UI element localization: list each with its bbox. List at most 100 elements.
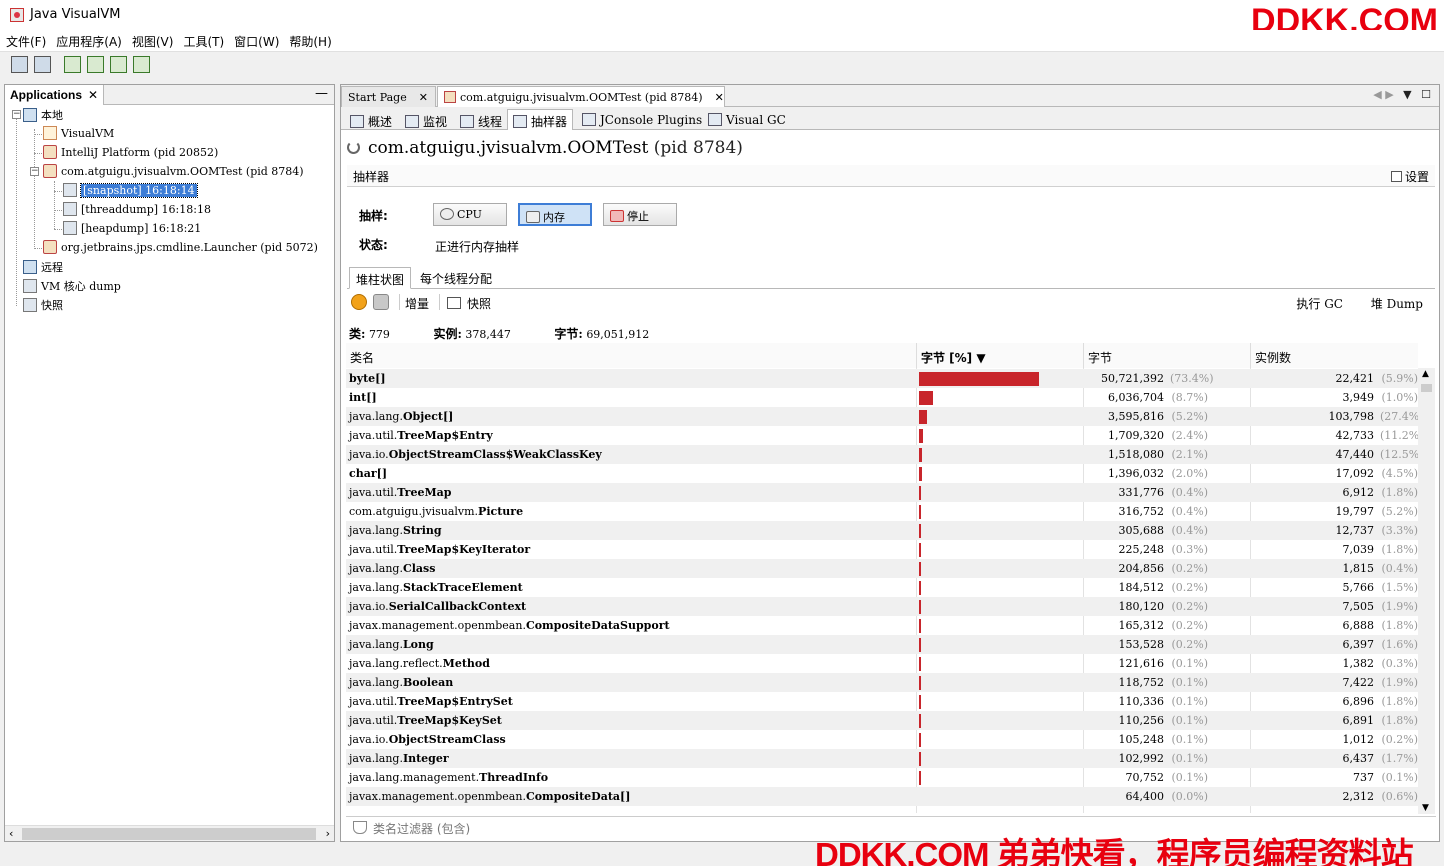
close-icon[interactable]: ✕ — [88, 88, 98, 102]
tree-node-heapdump[interactable]: [heapdump] 16:18:21 — [63, 221, 201, 240]
table-row[interactable]: java.lang.reflect.Method 121,616 (0.1%) 1,3… — [346, 654, 1418, 673]
menu-file[interactable]: 文件(F) — [0, 30, 50, 50]
stop-button[interactable]: 停止 — [603, 203, 677, 226]
instances-cell: 737 (0.1%) — [1353, 771, 1418, 784]
table-row[interactable]: java.util.TreeMap$KeyIterator 225,248 (0.3… — [346, 540, 1418, 559]
table-row[interactable]: java.util.TreeMap 331,776 (0.4%) 6,912 (1.8%… — [346, 483, 1418, 502]
horizontal-scrollbar[interactable]: ‹ › — [5, 825, 334, 841]
applications-tab[interactable]: Applications ✕ — [5, 85, 105, 105]
tree-node-snapshot[interactable]: [snapshot] 16:18:14 — [63, 183, 198, 202]
sampler-toolbar: 增量 快照 执行 GC 堆 Dump — [347, 293, 1435, 313]
table-row[interactable]: java.util.TreeMap$KeySet 110,256 (0.1%) 6,8… — [346, 711, 1418, 730]
table-row[interactable]: java.lang.Long 153,528 (0.2%) 6,397 (1.6%) — [346, 635, 1418, 654]
scroll-up-icon[interactable]: ▲ — [1422, 369, 1429, 379]
tab-heap-histogram[interactable]: 堆柱状图 — [349, 267, 412, 289]
refresh-icon[interactable] — [373, 294, 389, 310]
tree-node-snapshots[interactable]: 快照 — [23, 297, 63, 316]
menu-window[interactable]: 窗口(W) — [228, 30, 283, 50]
close-icon[interactable]: ✕ — [715, 92, 724, 104]
close-icon[interactable]: ✕ — [419, 92, 428, 104]
menu-application[interactable]: 应用程序(A) — [50, 30, 126, 50]
document-tabs: Start Page ✕ com.atguigu.jvisualvm.OOMTes… — [341, 85, 1439, 108]
java-process-icon — [444, 91, 456, 103]
vertical-scrollbar[interactable]: ▲ ▼ — [1418, 368, 1435, 814]
bytes-cell: 70,752 (0.1%) — [1125, 771, 1209, 784]
add-core-dump-icon[interactable] — [110, 56, 127, 73]
scroll-down-icon[interactable]: ▼ — [1422, 803, 1429, 813]
tree-node-remote[interactable]: 远程 — [23, 259, 63, 278]
java-process-icon — [43, 164, 57, 178]
table-row[interactable]: byte[] 50,721,392 (73.4%) 22,421 (5.9%) — [346, 369, 1418, 388]
tree-node-threaddump[interactable]: [threaddump] 16:18:18 — [63, 202, 211, 221]
oomtest-collapse-toggle[interactable]: − — [30, 167, 39, 176]
table-row[interactable]: java.lang.Integer 102,992 (0.1%) 6,437 (1.7%… — [346, 749, 1418, 768]
tab-jconsole-plugins[interactable]: JConsole Plugins — [576, 109, 708, 130]
tab-overview[interactable]: 概述 — [344, 109, 398, 130]
tab-sampler[interactable]: 抽样器 — [507, 109, 574, 130]
settings-checkbox[interactable]: 设置 — [1390, 168, 1429, 185]
bytes-cell: 118,752 (0.1%) — [1118, 676, 1209, 689]
cpu-button[interactable]: CPU — [433, 203, 507, 226]
tree-node-visualvm[interactable]: VisualVM — [43, 126, 114, 145]
table-row[interactable]: java.io.ObjectStreamClass$WeakClassKey 1,… — [346, 445, 1418, 464]
tree-node-local[interactable]: 本地 — [23, 107, 63, 126]
menu-help[interactable]: 帮助(H) — [283, 30, 335, 50]
table-row[interactable]: com.atguigu.jvisualvm.Picture 316,752 (0.4… — [346, 502, 1418, 521]
table-row[interactable]: java.util.TreeMap$Entry 1,709,320 (2.4%) 42… — [346, 426, 1418, 445]
heap-dump-button[interactable]: 堆 Dump — [1371, 295, 1423, 312]
table-row[interactable]: int[] 6,036,704 (8.7%) 3,949 (1.0%) — [346, 388, 1418, 407]
bytes-percent-bar — [919, 410, 928, 424]
menu-view[interactable]: 视图(V) — [126, 30, 178, 50]
table-row[interactable]: javax.management.openmbean.CompositeData… — [346, 616, 1418, 635]
visualvm-icon — [43, 126, 57, 140]
scroll-right-icon[interactable]: › — [326, 827, 330, 840]
instances-cell: 7,039 (1.8%) — [1342, 543, 1419, 556]
table-row[interactable]: java.lang.Object[] 3,595,816 (5.2%) 103,798… — [346, 407, 1418, 426]
column-bytes-percent[interactable]: 字节 [%] ▼ — [916, 343, 1083, 368]
tab-oomtest[interactable]: com.atguigu.jvisualvm.OOMTest (pid 8784)… — [437, 86, 725, 108]
scroll-thumb[interactable] — [1421, 384, 1432, 392]
table-row[interactable]: java.lang.Class 204,856 (0.2%) 1,815 (0.4%) — [346, 559, 1418, 578]
table-row[interactable]: java.lang.management.ThreadInfo 70,752 (0.… — [346, 768, 1418, 787]
table-row[interactable]: java.io.SerialCallbackContext 180,120 (0.2… — [346, 597, 1418, 616]
add-remote-host-icon[interactable] — [87, 56, 104, 73]
memory-button[interactable]: 内存 — [518, 203, 592, 226]
table-row[interactable]: char[] 1,396,032 (2.0%) 17,092 (4.5%) — [346, 464, 1418, 483]
tab-threads[interactable]: 线程 — [454, 109, 508, 130]
bytes-cell: 110,256 (0.1%) — [1118, 714, 1209, 727]
column-class-name[interactable]: 类名 — [346, 343, 916, 368]
table-row[interactable]: java.util.TreeMap$EntrySet 110,336 (0.1%) 6… — [346, 692, 1418, 711]
tab-visual-gc[interactable]: Visual GC — [702, 109, 792, 130]
tree-node-coredump[interactable]: VM 核心 dump — [23, 278, 121, 297]
table-row[interactable]: java.lang.StackTraceElement 184,512 (0.2%)… — [346, 578, 1418, 597]
snapshot-button[interactable]: 快照 — [467, 295, 491, 312]
applications-tab-label: Applications — [10, 88, 83, 102]
table-row[interactable]: java.lang.String 305,688 (0.4%) 12,737 (3.3%… — [346, 521, 1418, 540]
menu-tools[interactable]: 工具(T) — [177, 30, 228, 50]
tab-navigation[interactable]: ◀ ▶ ▼ ☐ — [1373, 88, 1431, 101]
load-application-icon[interactable] — [11, 56, 28, 73]
bytes-cell: 1,396,032 (2.0%) — [1108, 467, 1208, 480]
scroll-thumb[interactable] — [22, 828, 316, 840]
table-row[interactable]: java.io.ObjectStreamClass 105,248 (0.1%) 1,… — [346, 730, 1418, 749]
heap-dump-icon[interactable] — [133, 56, 150, 73]
load-snapshot-icon[interactable] — [34, 56, 51, 73]
add-jmx-connection-icon[interactable] — [64, 56, 81, 73]
tree-node-intellij[interactable]: IntelliJ Platform (pid 20852) — [43, 145, 218, 164]
tab-per-thread-allocations[interactable]: 每个线程分配 — [414, 267, 498, 289]
table-row[interactable]: java.lang.Boolean 118,752 (0.1%) 7,422 (1.9%… — [346, 673, 1418, 692]
local-collapse-toggle[interactable]: − — [12, 110, 21, 119]
delta-toggle[interactable]: 增量 — [405, 295, 429, 312]
column-bytes[interactable]: 字节 — [1083, 343, 1250, 368]
tab-monitor[interactable]: 监视 — [399, 109, 453, 130]
tab-start-page[interactable]: Start Page ✕ — [341, 86, 436, 107]
tree-node-oomtest[interactable]: com.atguigu.jvisualvm.OOMTest (pid 8784) — [43, 164, 304, 183]
tree-node-launcher[interactable]: org.jetbrains.jps.cmdline.Launcher (pid … — [43, 240, 318, 259]
table-row[interactable]: javax.management.openmbean.CompositeData… — [346, 787, 1418, 806]
bytes-cell: 102,992 (0.1%) — [1118, 752, 1209, 765]
scroll-left-icon[interactable]: ‹ — [9, 827, 13, 840]
perform-gc-button[interactable]: 执行 GC — [1296, 295, 1343, 312]
pause-icon[interactable] — [351, 294, 367, 310]
minimize-icon[interactable]: — — [315, 86, 328, 101]
column-instances[interactable]: 实例数 — [1250, 343, 1418, 368]
